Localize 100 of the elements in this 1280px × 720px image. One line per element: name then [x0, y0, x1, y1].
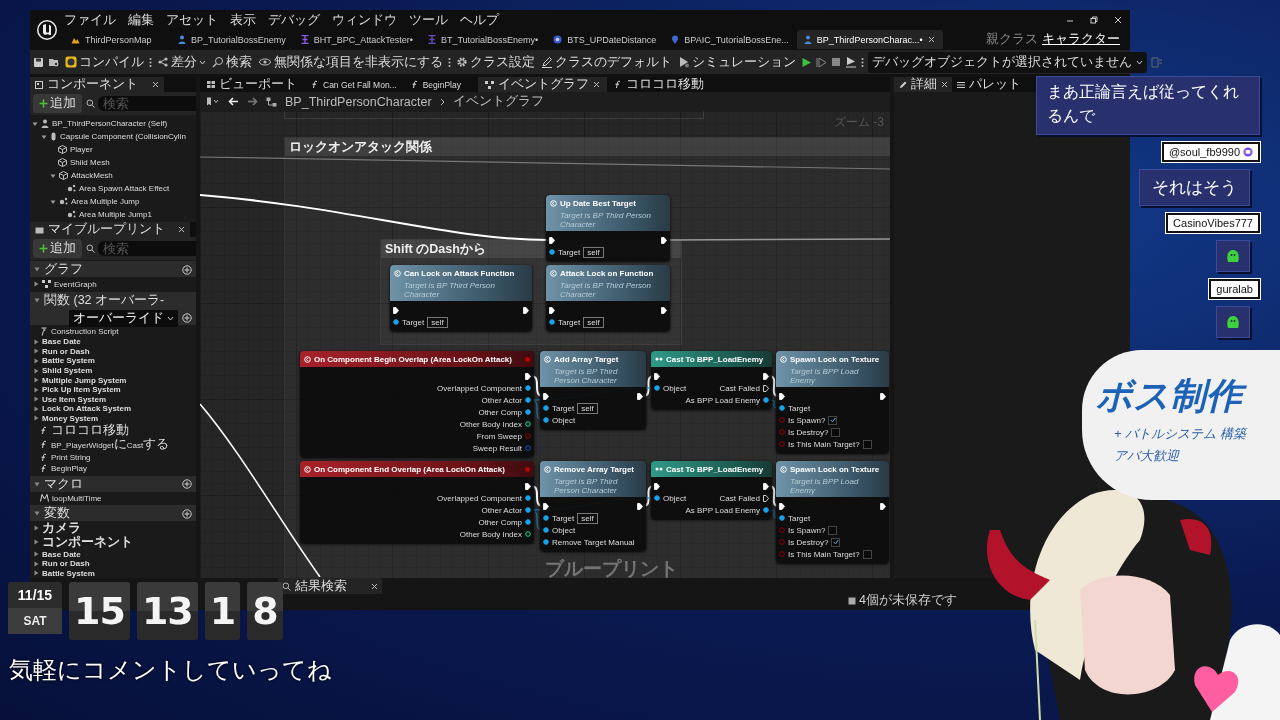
pin-value-field[interactable]: self [577, 512, 598, 524]
graph-tab[interactable]: イベントグラフ [477, 77, 607, 92]
close-icon[interactable] [592, 81, 600, 88]
pin-value-field[interactable]: self [427, 316, 448, 328]
function-item[interactable]: Print String [51, 452, 91, 462]
exec-pin-icon[interactable] [880, 502, 886, 510]
menu-item[interactable]: アセット [166, 11, 218, 29]
data-pin-icon[interactable] [549, 319, 555, 325]
expand-arrow-icon[interactable] [50, 198, 56, 205]
toolbar-button[interactable]: 検索 [211, 52, 253, 72]
graph-tab[interactable]: BeginPlay [403, 77, 478, 92]
exec-pin-icon[interactable] [525, 372, 531, 380]
category-item[interactable]: Run or Dash [42, 559, 90, 569]
category-item[interactable]: Lock On Attack System [42, 404, 132, 414]
component-item[interactable]: BP_ThirdPersonCharacter (Self) [52, 119, 168, 128]
data-pin-icon[interactable] [763, 507, 769, 513]
add-circle-icon[interactable] [182, 313, 192, 324]
menu-item[interactable]: ツール [409, 11, 448, 29]
exec-pin-icon[interactable] [763, 372, 769, 380]
exec-pin-icon[interactable] [779, 502, 785, 510]
add-button[interactable]: 追加 [33, 94, 82, 113]
category-item[interactable]: Use Item System [42, 394, 107, 404]
document-tab[interactable]: BTS_UPDateDistance [546, 30, 665, 49]
document-tab[interactable]: BT_TutorialBossEnemy• [420, 30, 547, 49]
add-button[interactable]: 追加 [33, 239, 82, 259]
category-item[interactable]: コンポーネント [42, 533, 133, 551]
unsaved-status[interactable]: 4個が未保存です [859, 592, 957, 609]
toolbar-button[interactable]: シミュレーション [677, 52, 797, 72]
function-item[interactable]: BeginPlay [51, 464, 88, 474]
component-item[interactable]: Shild Mesh [70, 158, 110, 167]
checkbox[interactable] [862, 549, 872, 559]
forward-arrow-icon[interactable] [247, 97, 258, 106]
add-circle-icon[interactable] [182, 479, 192, 490]
exec-pin-icon[interactable] [880, 392, 886, 400]
category-item[interactable]: Multiple Jump System [42, 375, 127, 385]
more-icon[interactable] [448, 56, 451, 68]
category-item[interactable]: Base Date [42, 549, 81, 559]
graph-node[interactable]: On Component End Overlap (Area LockOn Attack) Overlapped Component Other Actor Other Comp Other Body Index [300, 461, 534, 543]
exec-pin-icon[interactable] [779, 392, 785, 400]
eject-icon[interactable] [845, 56, 857, 68]
data-pin-icon[interactable] [549, 249, 555, 255]
document-tab[interactable]: BP_TutorialBossEnemy [171, 30, 294, 49]
component-item[interactable]: AttackMesh [71, 171, 113, 180]
menu-item[interactable]: 編集 [128, 11, 154, 29]
category-item[interactable]: Run or Dash [42, 346, 90, 356]
panel-tab[interactable]: パレット [952, 77, 1026, 92]
section-header[interactable]: 関数 (32 オーバーラ- [44, 291, 192, 309]
graph-node[interactable]: Spawn Lock on Texture Target is BPP Load Enemy Target Is Spawn? Is Destroy? Is This Main Target? [776, 461, 889, 563]
bookmark-icon[interactable] [206, 97, 220, 106]
data-pin-icon[interactable] [525, 519, 531, 525]
breadcrumb-link[interactable]: BP_ThirdPersonCharacter [285, 94, 432, 109]
more-icon[interactable] [149, 56, 152, 68]
document-tab[interactable]: BHT_BPC_AttackTester• [293, 30, 421, 49]
pin-value-field[interactable]: self [577, 402, 598, 414]
expand-arrow-icon[interactable] [34, 511, 40, 517]
menu-item[interactable]: 表示 [230, 11, 256, 29]
checkbox[interactable] [831, 537, 841, 547]
restore-icon[interactable] [1090, 16, 1098, 24]
panel-tab[interactable]: 結果検索 [278, 578, 382, 594]
expand-arrow-icon[interactable] [32, 120, 38, 127]
debug-object-dropdown[interactable]: デバッグオブジェクトが選択されていません [868, 51, 1147, 73]
toolbar-button[interactable]: クラス設定 [455, 52, 536, 72]
data-pin-icon[interactable] [654, 385, 660, 391]
play-icon[interactable] [801, 56, 812, 68]
exec-pin-icon[interactable] [637, 502, 643, 510]
panel-tab[interactable]: マイブループリント [30, 222, 190, 238]
pin-value-field[interactable]: self [583, 316, 604, 328]
data-pin-icon[interactable] [543, 417, 549, 423]
data-pin-icon[interactable] [393, 319, 399, 325]
exec-pin-icon[interactable] [549, 306, 555, 314]
expand-arrow-icon[interactable] [41, 133, 47, 140]
exec-pin-icon[interactable] [661, 306, 667, 314]
function-item[interactable]: Construction Script [51, 326, 119, 336]
expand-arrow-icon[interactable] [34, 481, 40, 487]
save-icon[interactable] [33, 56, 44, 68]
data-pin-icon[interactable] [779, 515, 785, 521]
expand-arrow-icon[interactable] [34, 297, 40, 303]
data-pin-icon[interactable] [525, 495, 531, 501]
graph-node[interactable]: Add Array Target Target is BP Third Person Character Target self Object [540, 351, 646, 429]
more-icon[interactable] [861, 56, 864, 68]
parent-class-link[interactable]: キャラクター [1042, 31, 1120, 48]
close-icon[interactable] [941, 81, 948, 88]
data-pin-icon[interactable] [543, 539, 549, 545]
close-icon[interactable] [371, 582, 378, 590]
folder-search-icon[interactable] [48, 56, 60, 68]
close-icon[interactable] [927, 36, 935, 43]
graph-node[interactable]: Can Lock on Attack Function Target is BP Third Person Character Target self [390, 265, 532, 331]
expand-arrow-icon[interactable] [34, 267, 40, 273]
toolbar-button[interactable]: コンパイル [64, 52, 145, 72]
checkbox[interactable] [828, 525, 838, 535]
graph-node[interactable]: Up Date Best Target Target is BP Third Person Character Target self [546, 195, 670, 261]
data-pin-icon[interactable] [543, 527, 549, 533]
data-pin-icon[interactable] [525, 507, 531, 513]
panel-tab[interactable]: 詳細 [894, 77, 952, 92]
add-circle-icon[interactable] [182, 264, 192, 275]
graph-canvas[interactable] [200, 111, 890, 578]
close-icon[interactable] [178, 226, 185, 234]
toolbar-button[interactable]: 無関係な項目を非表示にする [257, 52, 444, 72]
macro-item[interactable]: loopMultiTime [52, 493, 102, 503]
add-circle-icon[interactable] [182, 508, 192, 519]
